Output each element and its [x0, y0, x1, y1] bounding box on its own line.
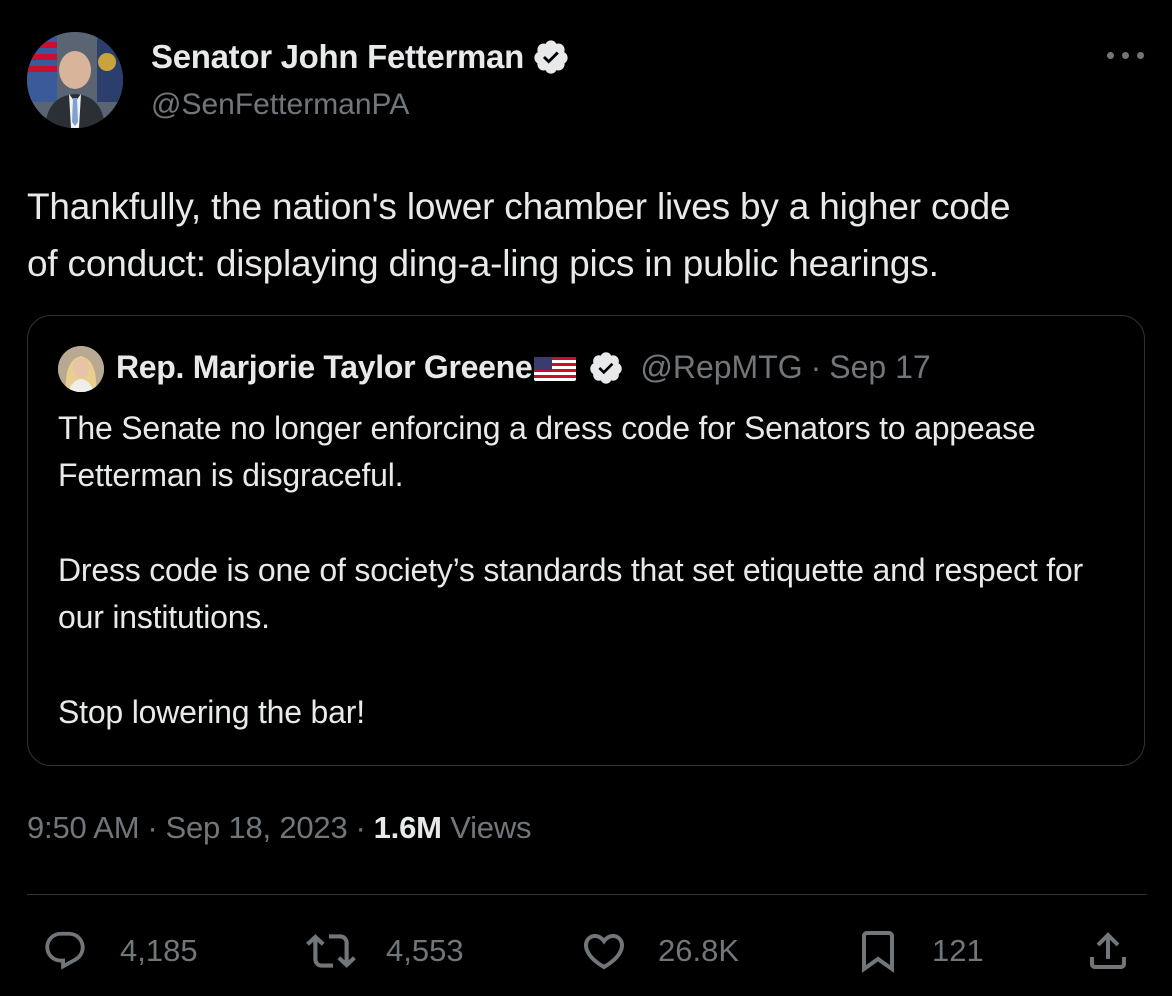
heart-icon — [580, 927, 628, 975]
bookmark-icon — [854, 927, 902, 975]
share-icon — [1084, 927, 1132, 975]
quoted-header: Rep. Marjorie Taylor Greene @RepMTG · Se… — [116, 349, 931, 386]
separator-dot: · — [810, 349, 822, 385]
views-count: 1.6M — [373, 810, 442, 845]
like-count: 26.8K — [658, 933, 740, 968]
repost-button[interactable]: 4,553 — [306, 925, 464, 977]
like-button[interactable]: 26.8K — [580, 925, 739, 977]
author-name-text: Senator John Fetterman — [151, 38, 524, 75]
reply-count: 4,185 — [120, 933, 198, 968]
repost-count: 4,553 — [386, 933, 464, 968]
reply-icon — [42, 928, 88, 974]
share-button[interactable] — [1084, 925, 1132, 977]
tweet-text-line: Thankfully, the nation's lower chamber l… — [27, 186, 1011, 227]
tweet-text: Thankfully, the nation's lower chamber l… — [27, 178, 1147, 292]
quoted-author-handle[interactable]: @RepMTG — [640, 349, 802, 386]
quoted-author-avatar — [58, 346, 104, 392]
quoted-paragraph: The Senate no longer enforcing a dress c… — [58, 410, 1036, 493]
quoted-paragraph: Stop lowering the bar! — [58, 694, 365, 730]
divider — [27, 894, 1147, 895]
quoted-date[interactable]: Sep 17 — [829, 349, 930, 386]
author-name[interactable]: Senator John Fetterman — [151, 38, 570, 76]
tweet-time[interactable]: 9:50 AM — [27, 810, 140, 845]
author-avatar[interactable] — [27, 32, 123, 128]
tweet-meta: 9:50 AM · Sep 18, 2023 · 1.6M Views — [27, 810, 532, 846]
quoted-tweet[interactable]: Rep. Marjorie Taylor Greene @RepMTG · Se… — [27, 315, 1145, 766]
bookmark-button[interactable]: 121 — [854, 925, 984, 977]
quoted-paragraph: Dress code is one of society’s standards… — [58, 552, 1083, 635]
us-flag-icon — [534, 354, 577, 382]
more-options-icon[interactable] — [1104, 40, 1148, 70]
separator-dot: · — [355, 810, 366, 845]
tweet-date[interactable]: Sep 18, 2023 — [165, 810, 347, 845]
verified-badge-icon[interactable] — [532, 38, 570, 76]
verified-badge-icon[interactable] — [588, 350, 624, 386]
bookmark-count: 121 — [932, 933, 984, 968]
views-label: Views — [450, 810, 532, 845]
author-handle[interactable]: @SenFettermanPA — [151, 88, 409, 122]
reply-button[interactable]: 4,185 — [42, 925, 198, 977]
tweet: Senator John Fetterman @SenFettermanPA T… — [0, 0, 1172, 996]
quoted-text: The Senate no longer enforcing a dress c… — [58, 405, 1118, 736]
separator-dot: · — [147, 810, 158, 845]
quoted-author-name[interactable]: Rep. Marjorie Taylor Greene — [116, 349, 533, 386]
tweet-text-line: of conduct: displaying ding-a-ling pics … — [27, 243, 939, 284]
repost-icon — [306, 926, 356, 976]
